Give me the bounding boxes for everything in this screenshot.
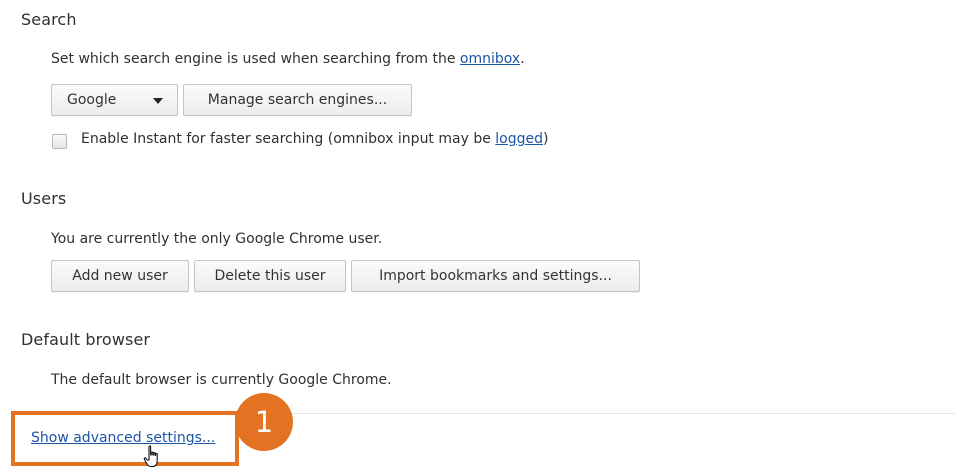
manage-search-engines-button[interactable]: Manage search engines... — [183, 84, 412, 116]
enable-instant-label-prefix: Enable Instant for faster searching (omn… — [81, 131, 496, 147]
search-section-title: Search — [21, 10, 77, 29]
enable-instant-label-suffix: ) — [543, 131, 549, 147]
omnibox-link[interactable]: omnibox — [460, 51, 520, 67]
enable-instant-label: Enable Instant for faster searching (omn… — [81, 131, 548, 147]
delete-this-user-button[interactable]: Delete this user — [194, 260, 346, 292]
search-engine-selected-value: Google — [67, 92, 117, 108]
logged-link[interactable]: logged — [495, 131, 543, 147]
search-description: Set which search engine is used when sea… — [51, 51, 525, 67]
search-description-prefix: Set which search engine is used when sea… — [51, 51, 460, 67]
enable-instant-checkbox[interactable] — [52, 134, 67, 149]
highlight-annotation-box — [11, 411, 239, 466]
users-description: You are currently the only Google Chrome… — [51, 231, 383, 247]
search-description-suffix: . — [520, 51, 525, 67]
dropdown-arrow-icon — [153, 98, 163, 104]
step-number-badge: 1 — [235, 393, 293, 451]
search-engine-select[interactable]: Google — [51, 84, 178, 116]
hand-pointer-cursor-icon — [143, 445, 158, 468]
users-section-title: Users — [21, 189, 67, 208]
default-browser-section-title: Default browser — [21, 330, 151, 349]
search-controls: Google Manage search engines... — [51, 84, 751, 116]
users-controls: Add new user Delete this user Import boo… — [51, 260, 751, 292]
import-bookmarks-button[interactable]: Import bookmarks and settings... — [351, 260, 640, 292]
add-new-user-button[interactable]: Add new user — [51, 260, 189, 292]
default-browser-description: The default browser is currently Google … — [51, 372, 392, 388]
